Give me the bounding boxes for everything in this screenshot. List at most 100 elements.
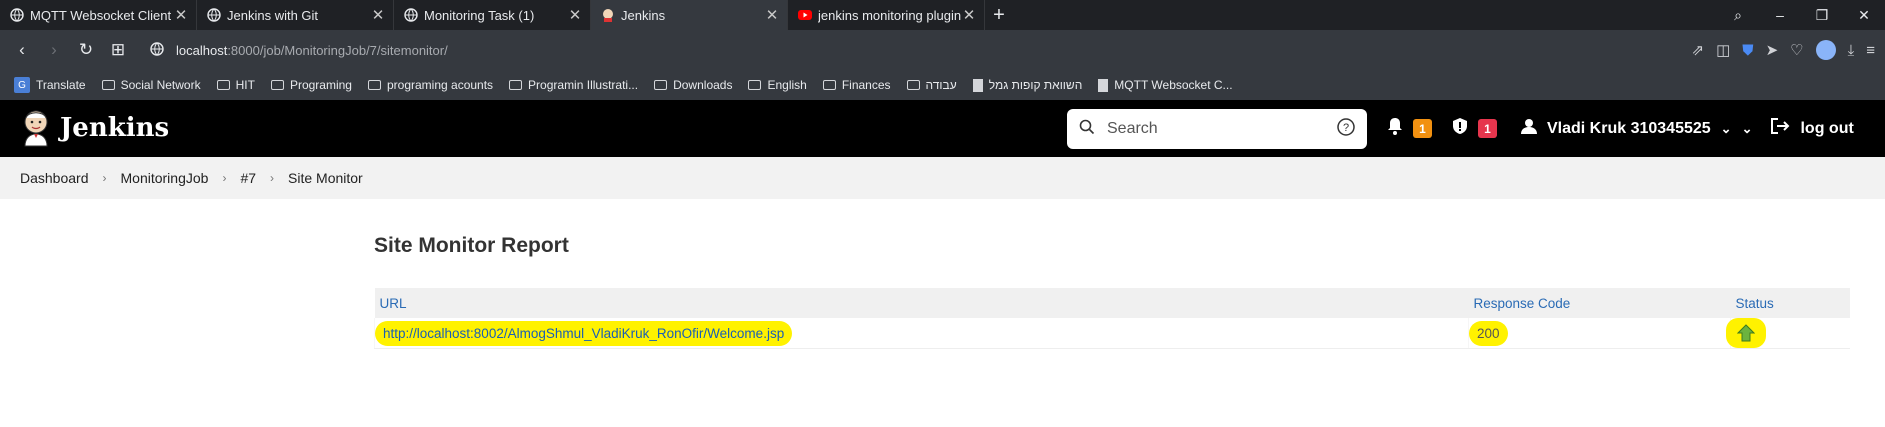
minimize-icon[interactable]: – [1759, 7, 1801, 23]
header-actions: 1 1 Vladi Kruk 310345525 ⌄ ⌄ log out [1387, 100, 1854, 157]
bookmark-label: Translate [36, 78, 86, 92]
monitored-url-link[interactable]: http://localhost:8002/AlmogShmul_VladiKr… [375, 320, 793, 346]
url-host: localhost [176, 42, 228, 58]
bookmark-downloads[interactable]: Downloads [654, 78, 732, 92]
bookmark-mqtt-websocket[interactable]: MQTT Websocket C... [1098, 78, 1233, 92]
folder-icon [509, 80, 523, 90]
bookmark-social-network[interactable]: Social Network [101, 78, 201, 92]
column-header-url[interactable]: URL [374, 288, 1469, 318]
folder-icon [822, 80, 836, 90]
tab-jenkins-monitoring-plugin[interactable]: jenkins monitoring plugin ✕ [788, 0, 985, 30]
tab-mqtt-websocket-client[interactable]: MQTT Websocket Client ✕ [0, 0, 197, 30]
bookmark-programin-illustrati[interactable]: Programin Illustrati... [509, 78, 638, 92]
bookmark-label: MQTT Websocket C... [1114, 78, 1233, 92]
breadcrumb-dashboard[interactable]: Dashboard [20, 170, 89, 186]
close-tab-icon[interactable]: ✕ [568, 6, 582, 24]
google-translate-icon: G [14, 77, 30, 93]
bookmark-hit[interactable]: HIT [216, 78, 255, 92]
download-icon[interactable]: ⤓ [1848, 42, 1855, 59]
back-icon[interactable]: ‹ [6, 40, 38, 60]
tab-title: jenkins monitoring plugin [818, 7, 962, 23]
user-name-link[interactable]: Vladi Kruk 310345525 [1547, 120, 1711, 138]
tab-grid-icon[interactable]: ⊞ [102, 40, 134, 60]
chevron-right-icon: › [102, 171, 107, 185]
shield-extension-icon[interactable]: ⛊ [1742, 42, 1753, 59]
close-tab-icon[interactable]: ✕ [371, 6, 385, 24]
search-input[interactable]: Search [1107, 120, 1337, 138]
notifications-bell-icon[interactable] [1387, 117, 1403, 140]
restore-icon[interactable]: ❐ [1801, 7, 1843, 24]
close-tab-icon[interactable]: ✕ [174, 6, 188, 24]
close-tab-icon[interactable]: ✕ [962, 6, 976, 24]
folder-icon [654, 80, 668, 90]
bookmark-label: Social Network [120, 78, 201, 92]
response-code-cell: 200 [1468, 318, 1731, 349]
breadcrumb-monitoringjob[interactable]: MonitoringJob [121, 170, 209, 186]
camera-icon[interactable]: ◫ [1716, 41, 1730, 59]
url-cell: http://localhost:8002/AlmogShmul_VladiKr… [374, 318, 1469, 349]
tab-monitoring-task[interactable]: Monitoring Task (1) ✕ [394, 0, 591, 30]
tab-title: MQTT Websocket Client [30, 7, 172, 23]
globe-icon [207, 8, 221, 22]
bookmark-translate[interactable]: G Translate [14, 77, 86, 93]
security-badge[interactable]: 1 [1478, 119, 1497, 138]
svg-text:?: ? [1343, 122, 1349, 134]
bookmark-work[interactable]: עבודה [906, 78, 957, 92]
menu-icon[interactable]: ≡ [1866, 42, 1875, 59]
up-arrow-icon [1726, 318, 1766, 348]
site-monitor-table: URL Response Code Status http://localhos… [374, 288, 1850, 349]
close-tab-icon[interactable]: ✕ [765, 6, 779, 24]
document-icon [972, 78, 983, 92]
window-controls: ⌕ – ❐ ✕ [1717, 0, 1885, 30]
globe-icon [404, 8, 418, 22]
help-icon[interactable]: ? [1337, 117, 1355, 141]
site-info-icon[interactable] [150, 41, 164, 59]
notifications-badge[interactable]: 1 [1413, 119, 1432, 138]
logout-icon[interactable] [1770, 117, 1790, 140]
search-box[interactable]: Search ? [1067, 109, 1367, 149]
jenkins-title[interactable]: Jenkins [60, 113, 169, 143]
youtube-icon [798, 8, 812, 22]
status-cell [1726, 318, 1850, 349]
send-icon[interactable]: ➤ [1766, 41, 1779, 59]
folder-icon [748, 80, 762, 90]
folder-icon [270, 80, 284, 90]
folder-icon [216, 80, 230, 90]
jenkins-logo-icon[interactable] [20, 108, 52, 148]
chevron-right-icon: › [270, 171, 275, 185]
share-icon[interactable]: ⇗ [1692, 41, 1705, 59]
logout-link[interactable]: log out [1800, 120, 1853, 138]
bookmark-pension-comparison[interactable]: השוואת קופות גמל [972, 78, 1082, 92]
column-header-response-code[interactable]: Response Code [1468, 288, 1731, 318]
globe-icon [10, 8, 24, 22]
table-row: http://localhost:8002/AlmogShmul_VladiKr… [374, 318, 1850, 349]
tab-jenkins-with-git[interactable]: Jenkins with Git ✕ [197, 0, 394, 30]
chevron-down-icon[interactable]: ⌄ [1742, 121, 1753, 137]
column-header-status[interactable]: Status [1730, 288, 1850, 318]
breadcrumb-build[interactable]: #7 [240, 170, 256, 186]
profile-avatar[interactable] [1815, 40, 1836, 60]
browser-tab-strip: MQTT Websocket Client ✕ Jenkins with Git… [0, 0, 1885, 30]
bookmark-label: Programin Illustrati... [528, 78, 639, 92]
tab-search-icon[interactable]: ⌕ [1717, 7, 1759, 24]
chevron-right-icon: › [222, 171, 227, 185]
close-window-icon[interactable]: ✕ [1843, 7, 1885, 24]
bookmark-label: Downloads [673, 78, 733, 92]
document-icon [1098, 78, 1109, 92]
tab-jenkins[interactable]: Jenkins ✕ [591, 0, 788, 30]
bookmark-programing-acounts[interactable]: programing acounts [367, 78, 493, 92]
bookmark-english[interactable]: English [748, 78, 807, 92]
bookmark-programing[interactable]: Programing [270, 78, 352, 92]
breadcrumb: Dashboard › MonitoringJob › #7 › Site Mo… [0, 157, 1885, 199]
tab-title: Jenkins [621, 7, 666, 23]
security-shield-icon[interactable] [1452, 117, 1468, 140]
breadcrumb-site-monitor[interactable]: Site Monitor [288, 170, 363, 186]
address-bar[interactable]: localhost:8000/job/MonitoringJob/7/sitem… [150, 35, 448, 65]
heart-icon[interactable]: ♡ [1790, 41, 1803, 59]
new-tab-button[interactable]: + [985, 0, 1013, 30]
user-icon [1521, 118, 1537, 139]
reload-icon[interactable]: ↻ [70, 40, 102, 60]
bookmark-finances[interactable]: Finances [822, 78, 891, 92]
chevron-down-icon[interactable]: ⌄ [1721, 121, 1732, 137]
forward-icon[interactable]: › [38, 40, 70, 60]
